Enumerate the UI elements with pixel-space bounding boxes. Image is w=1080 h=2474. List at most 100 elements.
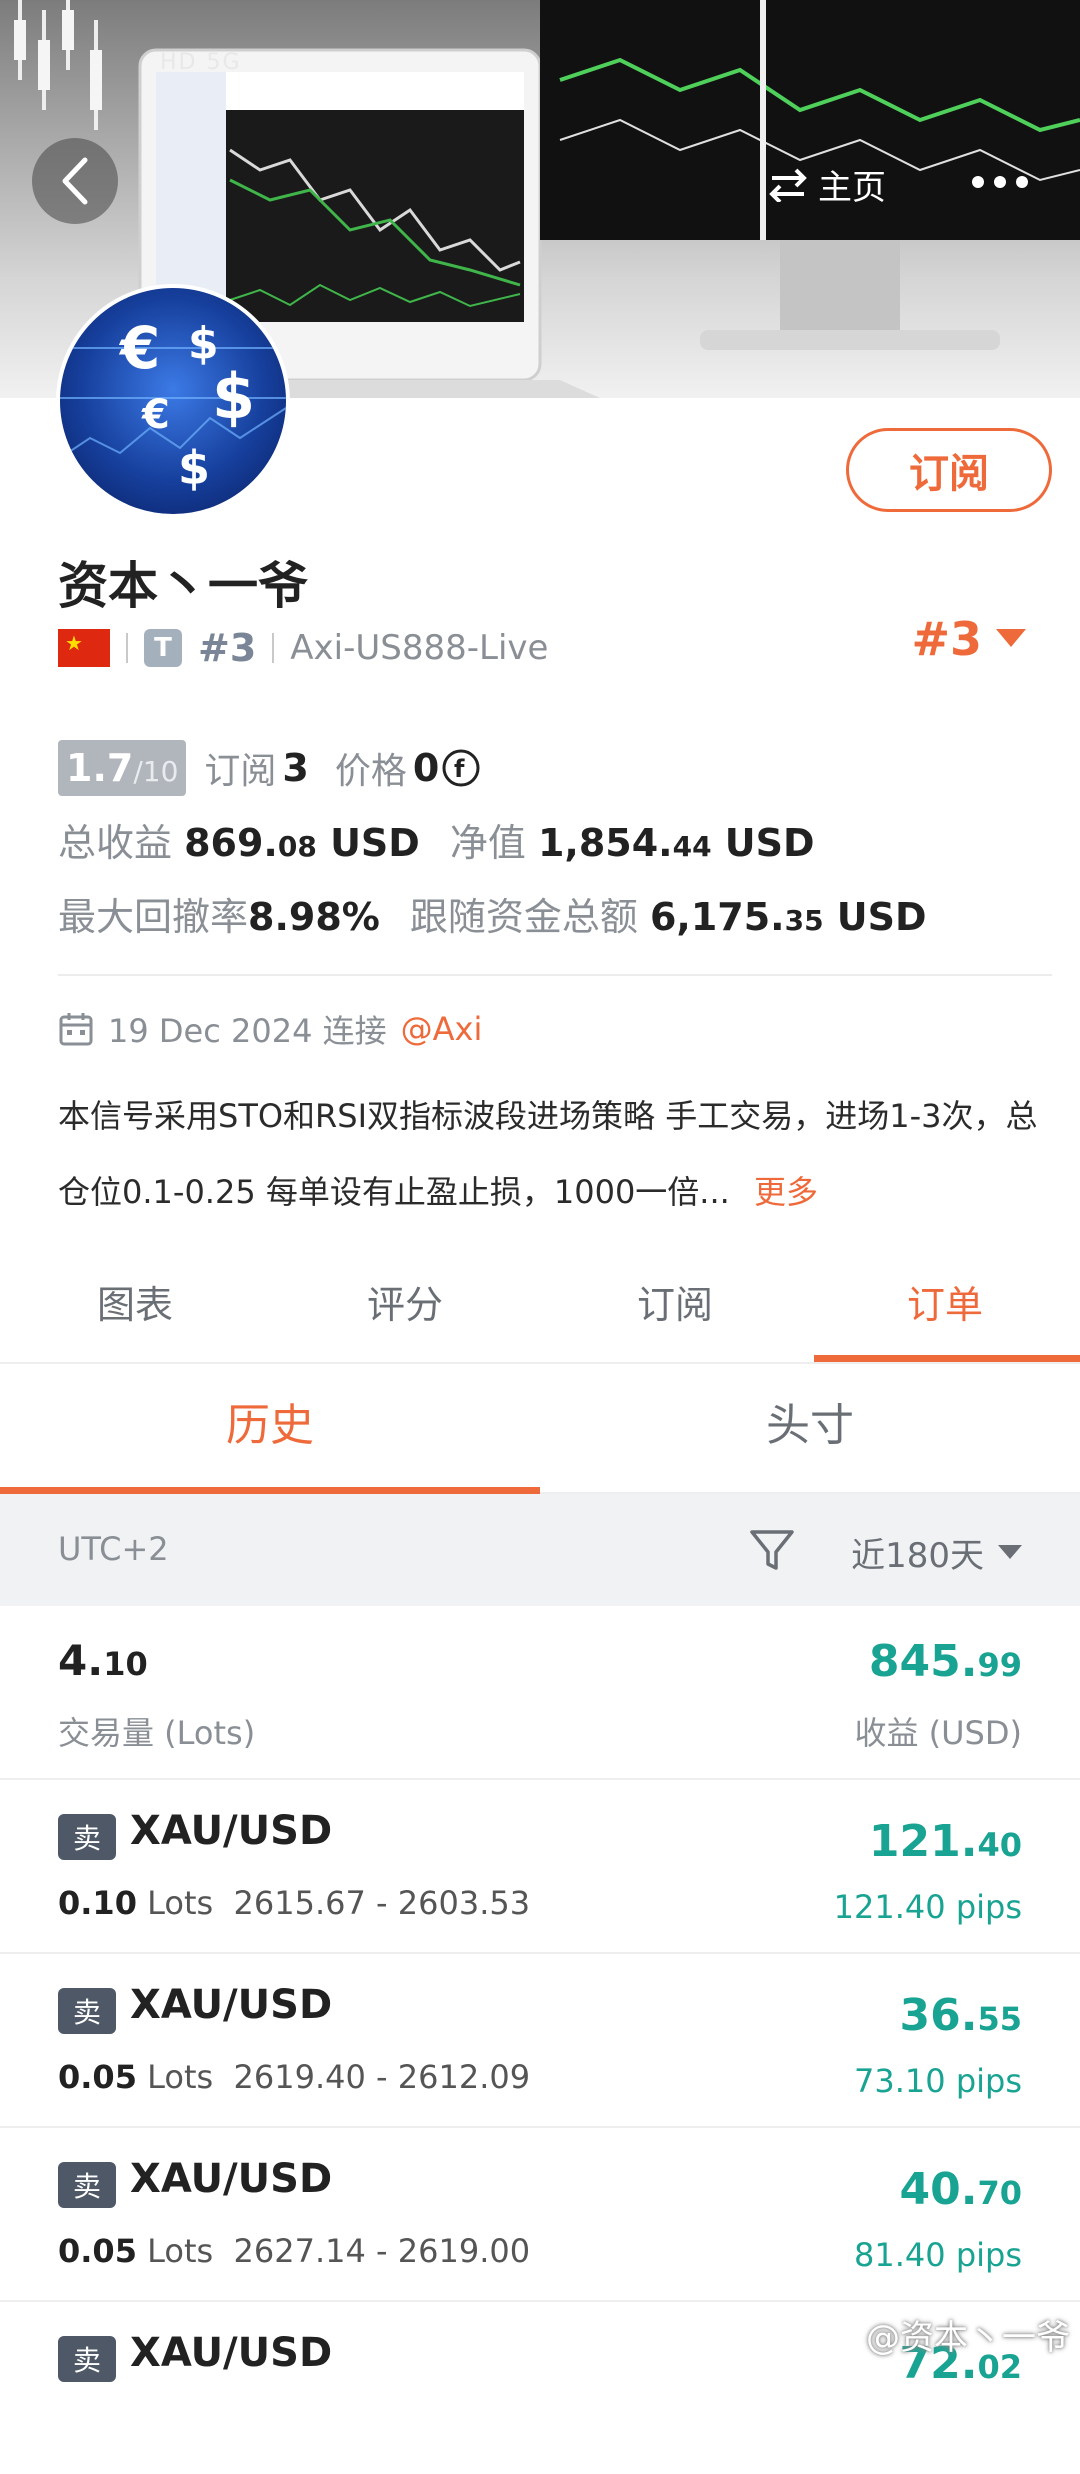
- trader-meta: ★ T #3 Axi-US888-Live: [58, 620, 548, 676]
- max-drawdown-value: 8.98%: [248, 895, 380, 939]
- score-badge: 1.7/10: [58, 740, 187, 796]
- subscribe-button[interactable]: 订阅: [846, 428, 1052, 512]
- total-profit-dec: 08: [277, 830, 317, 863]
- more-link[interactable]: 更多: [754, 1173, 818, 1211]
- max-drawdown: 最大回撤率8.98%: [58, 886, 380, 941]
- order-row[interactable]: 卖 XAU/USD 0.10 Lots 2615.67 - 2603.53 12…: [0, 1780, 1080, 1954]
- order-symbol: XAU/USD: [130, 2330, 333, 2376]
- broker-tag-link[interactable]: @Axi: [401, 1010, 483, 1048]
- follow-funds-dec: 35: [784, 904, 824, 937]
- date-range-value: 近180天: [851, 1536, 984, 1576]
- tab-chart[interactable]: 图表: [0, 1262, 270, 1362]
- profit-equity-row: 总收益 869.08 USD 净值 1,854.44 USD: [58, 812, 815, 867]
- total-lots: 4.10: [58, 1636, 148, 1685]
- watermark: @资本丶一爷: [866, 2318, 1070, 2358]
- connection-date: 19 Dec 2024 连接: [108, 1012, 387, 1050]
- filter-bar: UTC+2 近180天: [0, 1494, 1080, 1606]
- equity-dec: 44: [672, 830, 712, 863]
- t-badge: T: [144, 629, 182, 667]
- subtab-positions[interactable]: 头寸: [540, 1364, 1080, 1492]
- coin-icon: f: [442, 749, 480, 787]
- order-profit: 36.55: [899, 1990, 1022, 2041]
- follow-funds-label: 跟随资金总额: [409, 895, 638, 939]
- order-pips: 121.40 pips: [833, 1888, 1022, 1926]
- follow-funds-int: 6,175.: [649, 895, 785, 939]
- price-label: 价格: [334, 751, 407, 792]
- rank-label: #3: [198, 626, 257, 670]
- score-value: 1.7: [66, 746, 134, 790]
- date-range-dropdown[interactable]: 近180天: [851, 1528, 1022, 1577]
- tab-subscribe[interactable]: 订阅: [540, 1262, 810, 1362]
- tab-rating[interactable]: 评分: [270, 1262, 540, 1362]
- connection-row: 19 Dec 2024 连接 @Axi: [58, 1006, 482, 1052]
- order-detail: 0.05 Lots 2619.40 - 2612.09: [58, 2058, 531, 2096]
- trader-name: 资本丶一爷: [58, 557, 308, 615]
- calendar-icon: [59, 1013, 93, 1046]
- svg-text:€: €: [118, 314, 160, 382]
- total-lots-label: 交易量 (Lots): [58, 1714, 256, 1752]
- score-row: 1.7/10 订阅 3 价格 0 f: [58, 740, 481, 796]
- total-profit: 总收益 869.08 USD: [58, 812, 420, 867]
- total-history-profit: 845.99: [868, 1636, 1022, 1687]
- status-bar-text: HD 5G: [160, 50, 242, 75]
- subscribers-value: 3: [282, 746, 309, 790]
- total-profit-int: 869.: [184, 821, 278, 865]
- equity: 净值 1,854.44 USD: [450, 812, 815, 867]
- follow-funds: 跟随资金总额 6,175.35 USD: [410, 886, 927, 941]
- sell-badge: 卖: [58, 1988, 116, 2034]
- svg-text:f: f: [454, 755, 465, 783]
- swap-icon: [769, 168, 807, 202]
- follow-funds-unit: USD: [823, 895, 927, 939]
- order-profit: 40.70: [899, 2164, 1022, 2215]
- main-tabs: 图表 评分 订阅 订单: [0, 1262, 1080, 1364]
- description-text: 本信号采用STO和RSI双指标波段进场策略 手工交易，进场1-3次，总仓位0.1…: [58, 1097, 1038, 1211]
- max-drawdown-label: 最大回撤率: [58, 895, 249, 939]
- svg-text:$: $: [212, 360, 255, 433]
- score-max: /10: [133, 755, 179, 788]
- order-pips: 73.10 pips: [854, 2062, 1022, 2100]
- avatar[interactable]: € $ $ € $: [56, 284, 290, 518]
- currency-symbols-image: € $ $ € $: [60, 314, 286, 495]
- svg-text:$: $: [178, 441, 210, 495]
- filter-icon[interactable]: [746, 1524, 798, 1576]
- broker-server: Axi-US888-Live: [290, 628, 549, 668]
- price-value: 0: [412, 746, 440, 790]
- order-symbol: XAU/USD: [130, 1982, 333, 2028]
- equity-int: 1,854.: [537, 821, 673, 865]
- total-profit-unit: USD: [316, 821, 420, 865]
- total-history-profit-label: 收益 (USD): [854, 1714, 1022, 1752]
- caret-down-icon: [996, 629, 1026, 647]
- caret-down-icon: [998, 1544, 1022, 1559]
- rank-dropdown[interactable]: #3: [911, 612, 1026, 666]
- sell-badge: 卖: [58, 2162, 116, 2208]
- subtab-history[interactable]: 历史: [0, 1364, 540, 1494]
- sell-badge: 卖: [58, 1814, 116, 1860]
- equity-unit: USD: [711, 821, 815, 865]
- subscribers-label: 订阅: [204, 751, 277, 792]
- order-row[interactable]: 卖 XAU/USD 0.05 Lots 2619.40 - 2612.09 36…: [0, 1954, 1080, 2128]
- svg-text:€: €: [141, 392, 170, 438]
- back-button[interactable]: [32, 138, 118, 224]
- chevron-left-icon: [62, 157, 88, 205]
- sell-badge: 卖: [58, 2336, 116, 2382]
- signal-description: 本信号采用STO和RSI双指标波段进场策略 手工交易，进场1-3次，总仓位0.1…: [58, 1078, 1048, 1230]
- separator: [126, 633, 128, 663]
- equity-label: 净值: [449, 821, 526, 865]
- order-profit: 121.40: [868, 1816, 1022, 1867]
- drawdown-follow-row: 最大回撤率8.98% 跟随资金总额 6,175.35 USD: [58, 886, 927, 941]
- order-pips: 81.40 pips: [854, 2236, 1022, 2274]
- home-link[interactable]: 主页: [768, 160, 886, 209]
- divider: [58, 974, 1052, 976]
- separator: [272, 633, 275, 663]
- timezone-label: UTC+2: [58, 1530, 169, 1568]
- history-summary: 4.10 交易量 (Lots) 845.99 收益 (USD): [0, 1606, 1080, 1780]
- total-profit-label: 总收益: [58, 821, 173, 865]
- home-label: 主页: [818, 168, 886, 208]
- order-detail: 0.05 Lots 2627.14 - 2619.00: [58, 2232, 531, 2270]
- tab-orders[interactable]: 订单: [810, 1262, 1080, 1362]
- china-flag-icon: ★: [58, 629, 110, 667]
- order-detail: 0.10 Lots 2615.67 - 2603.53: [58, 1884, 531, 1922]
- order-symbol: XAU/USD: [130, 1808, 333, 1854]
- order-row[interactable]: 卖 XAU/USD 0.05 Lots 2627.14 - 2619.00 40…: [0, 2128, 1080, 2302]
- more-options-icon[interactable]: [972, 176, 1028, 188]
